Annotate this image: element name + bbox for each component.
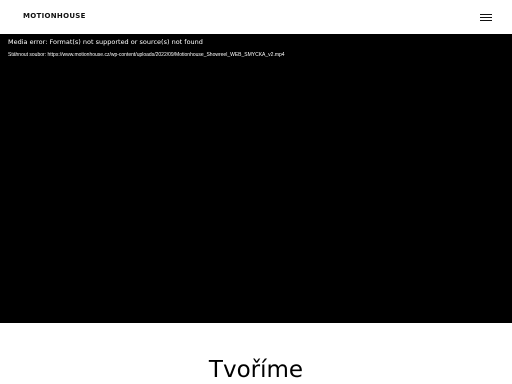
hamburger-menu-icon[interactable] [478, 11, 494, 23]
site-logo[interactable]: MOTIONHOUSE [23, 12, 86, 20]
section-heading: Tvoříme [208, 357, 304, 383]
site-header: MOTIONHOUSE [0, 0, 512, 34]
menu-line [480, 20, 492, 21]
download-link[interactable]: https://www.motionhouse.cz/wp-content/up… [47, 52, 284, 58]
download-row: Stáhnout soubor: https://www.motionhouse… [8, 52, 285, 58]
video-player[interactable]: Media error: Format(s) not supported or … [0, 34, 512, 323]
download-label: Stáhnout soubor: [8, 52, 47, 58]
menu-line [480, 17, 492, 18]
menu-line [480, 14, 492, 15]
media-error-message: Media error: Format(s) not supported or … [8, 38, 203, 46]
